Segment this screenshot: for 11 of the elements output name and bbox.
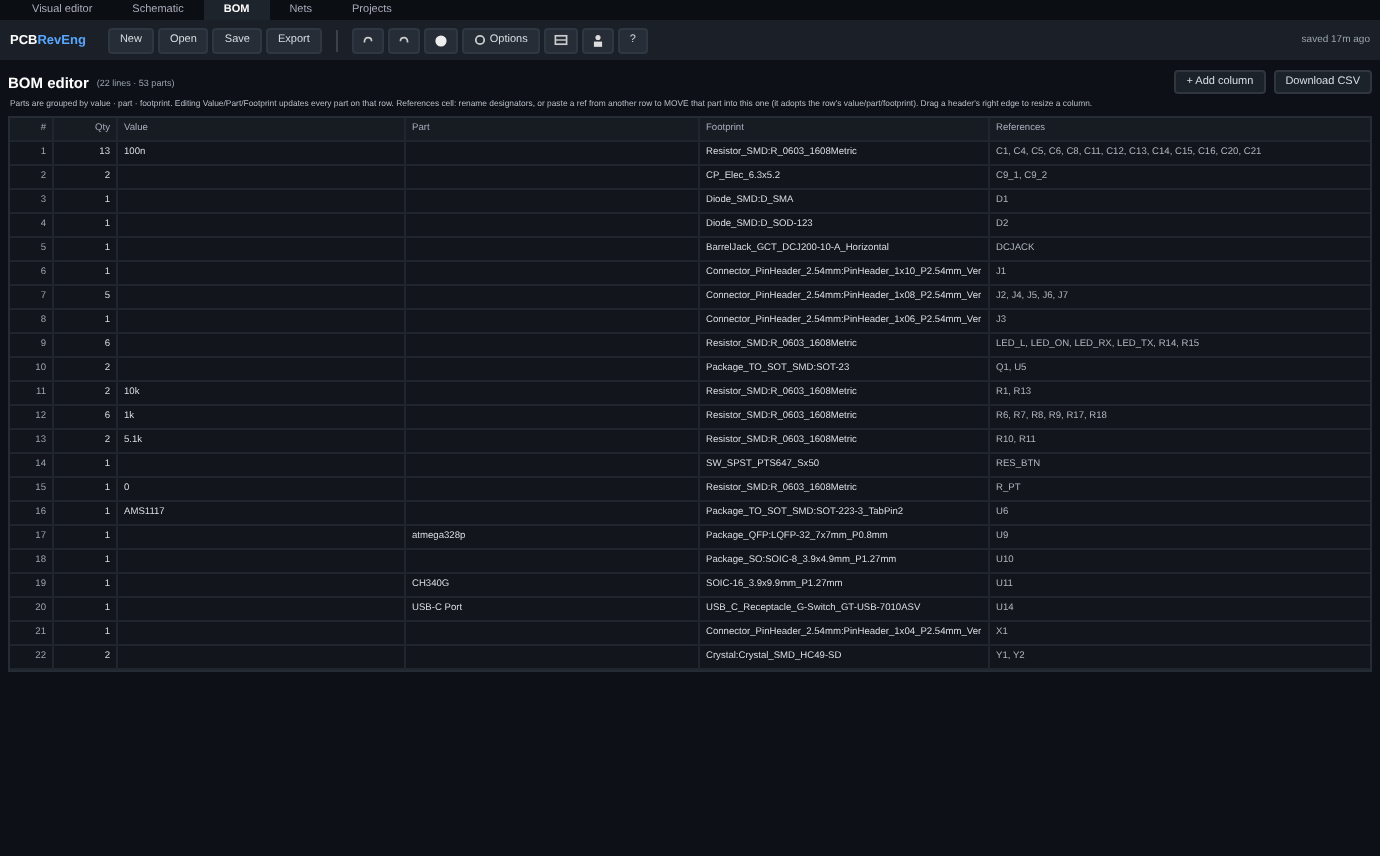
undo-icon [361, 34, 374, 46]
panel-button[interactable] [543, 27, 578, 53]
undo-button[interactable] [351, 27, 384, 53]
gear-icon [473, 34, 486, 46]
panel-icon [553, 34, 568, 46]
redo-button[interactable] [387, 27, 420, 53]
redo-icon [397, 34, 410, 46]
person-button[interactable] [581, 27, 614, 53]
person-icon [591, 33, 604, 47]
circle-icon [433, 33, 448, 47]
record-button[interactable] [423, 27, 458, 53]
